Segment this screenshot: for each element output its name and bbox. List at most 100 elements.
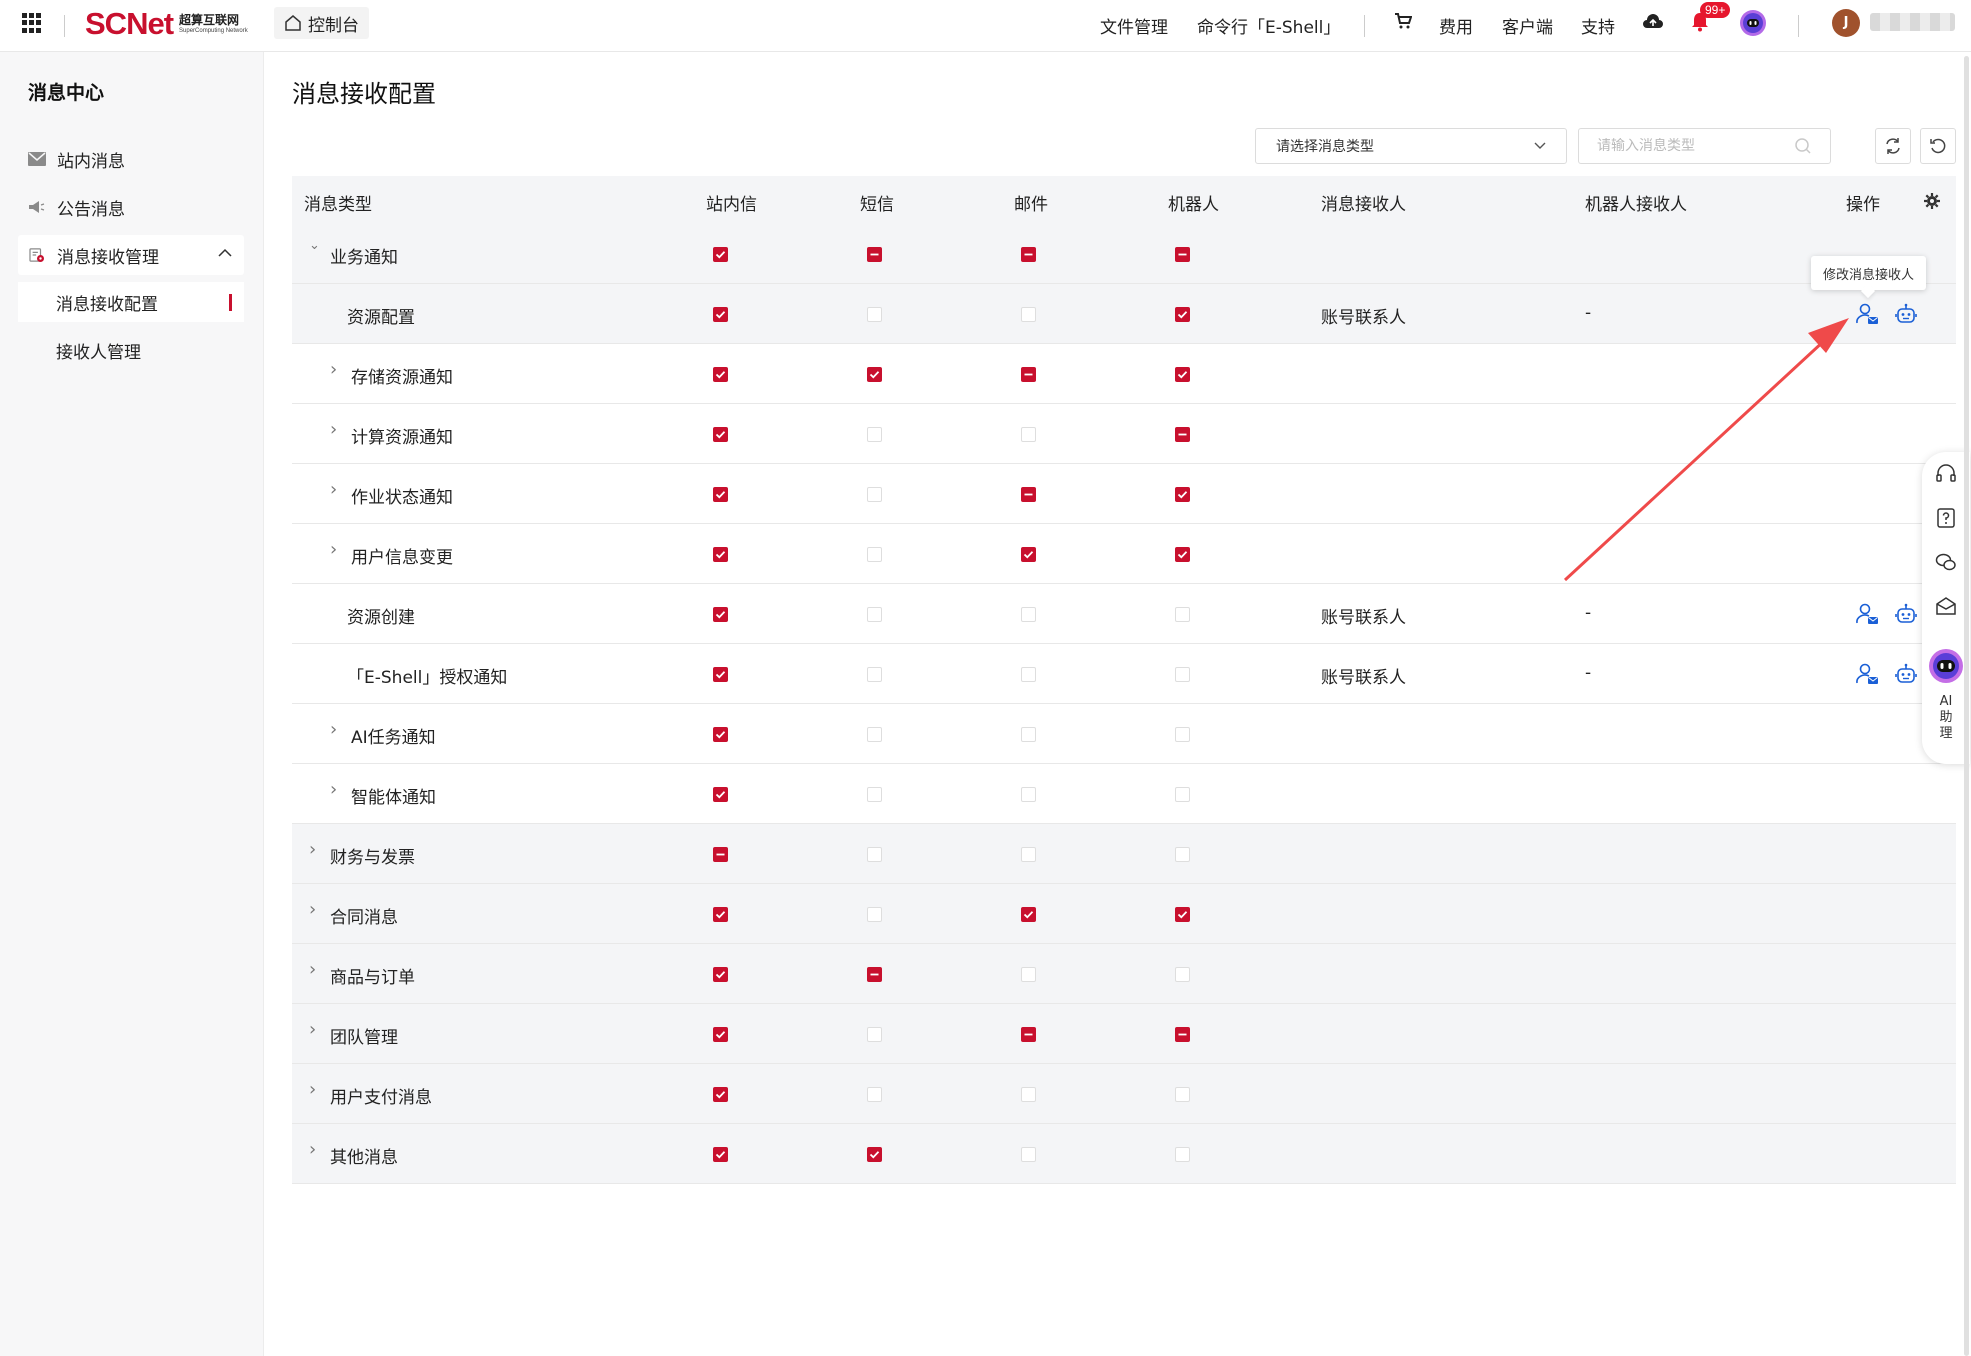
page-scrollbar[interactable] bbox=[1964, 56, 1969, 1356]
sidebar-item-inbox[interactable]: 站内消息 bbox=[18, 139, 244, 179]
robot-config-icon[interactable] bbox=[1894, 662, 1918, 686]
search-input[interactable] bbox=[1597, 138, 1777, 154]
robot-checkbox[interactable] bbox=[1175, 667, 1190, 682]
sms-checkbox[interactable] bbox=[867, 1147, 882, 1162]
email-checkbox[interactable] bbox=[1021, 907, 1036, 922]
robot-checkbox[interactable] bbox=[1175, 247, 1190, 262]
chevron-right-icon[interactable]: › bbox=[330, 719, 337, 740]
site-checkbox[interactable] bbox=[713, 1147, 728, 1162]
site-checkbox[interactable] bbox=[713, 427, 728, 442]
table-row[interactable]: › AI任务通知 bbox=[292, 704, 1956, 764]
robot-checkbox[interactable] bbox=[1175, 487, 1190, 502]
email-checkbox[interactable] bbox=[1021, 847, 1036, 862]
sidebar-subitem-receiver-manage[interactable]: 接收人管理 bbox=[18, 330, 244, 370]
sms-checkbox[interactable] bbox=[867, 607, 882, 622]
cart-icon[interactable] bbox=[1394, 13, 1412, 29]
ai-bot-icon[interactable] bbox=[1928, 648, 1964, 684]
search-icon[interactable] bbox=[1794, 137, 1812, 155]
chevron-right-icon[interactable]: › bbox=[330, 419, 337, 440]
table-row[interactable]: › 作业状态通知 bbox=[292, 464, 1956, 524]
site-checkbox[interactable] bbox=[713, 487, 728, 502]
table-row[interactable]: › 财务与发票 bbox=[292, 824, 1956, 884]
nav-client[interactable]: 客户端 bbox=[1502, 13, 1553, 38]
robot-checkbox[interactable] bbox=[1175, 307, 1190, 322]
robot-checkbox[interactable] bbox=[1175, 1147, 1190, 1162]
sms-checkbox[interactable] bbox=[867, 727, 882, 742]
robot-checkbox[interactable] bbox=[1175, 427, 1190, 442]
site-checkbox[interactable] bbox=[713, 367, 728, 382]
edit-receiver-icon[interactable] bbox=[1855, 302, 1879, 326]
chevron-down-icon[interactable]: ⌄ bbox=[309, 238, 320, 253]
chevron-right-icon[interactable]: › bbox=[309, 899, 316, 920]
sync-button[interactable] bbox=[1875, 128, 1911, 164]
robot-checkbox[interactable] bbox=[1175, 367, 1190, 382]
sms-checkbox[interactable] bbox=[867, 667, 882, 682]
ai-assistant-icon[interactable] bbox=[1739, 9, 1767, 37]
table-row[interactable]: 「E-Shell」授权通知 账号联系人 - bbox=[292, 644, 1956, 704]
sms-checkbox[interactable] bbox=[867, 547, 882, 562]
mail-open-icon[interactable] bbox=[1934, 594, 1958, 618]
email-checkbox[interactable] bbox=[1021, 1087, 1036, 1102]
robot-checkbox[interactable] bbox=[1175, 967, 1190, 982]
site-checkbox[interactable] bbox=[713, 907, 728, 922]
headset-icon[interactable] bbox=[1934, 462, 1958, 486]
sms-checkbox[interactable] bbox=[867, 1027, 882, 1042]
site-checkbox[interactable] bbox=[713, 247, 728, 262]
robot-checkbox[interactable] bbox=[1175, 847, 1190, 862]
email-checkbox[interactable] bbox=[1021, 1147, 1036, 1162]
chevron-right-icon[interactable]: › bbox=[330, 779, 337, 800]
email-checkbox[interactable] bbox=[1021, 727, 1036, 742]
nav-file-manage[interactable]: 文件管理 bbox=[1100, 13, 1168, 38]
site-checkbox[interactable] bbox=[713, 967, 728, 982]
chevron-right-icon[interactable]: › bbox=[330, 479, 337, 500]
robot-checkbox[interactable] bbox=[1175, 787, 1190, 802]
site-checkbox[interactable] bbox=[713, 847, 728, 862]
chevron-right-icon[interactable]: › bbox=[309, 959, 316, 980]
console-button[interactable]: 控制台 bbox=[274, 7, 369, 39]
table-row[interactable]: 资源配置 账号联系人 - bbox=[292, 284, 1956, 344]
sidebar-item-announcement[interactable]: 公告消息 bbox=[18, 187, 244, 227]
sms-checkbox[interactable] bbox=[867, 907, 882, 922]
chevron-right-icon[interactable]: › bbox=[309, 1019, 316, 1040]
table-row[interactable]: › 智能体通知 bbox=[292, 764, 1956, 824]
site-checkbox[interactable] bbox=[713, 667, 728, 682]
chevron-right-icon[interactable]: › bbox=[309, 839, 316, 860]
avatar[interactable]: J bbox=[1832, 9, 1860, 37]
edit-receiver-icon[interactable] bbox=[1855, 662, 1879, 686]
robot-checkbox[interactable] bbox=[1175, 1087, 1190, 1102]
sms-checkbox[interactable] bbox=[867, 307, 882, 322]
table-row[interactable]: › 团队管理 bbox=[292, 1004, 1956, 1064]
app-grid-icon[interactable] bbox=[22, 13, 42, 33]
site-checkbox[interactable] bbox=[713, 1087, 728, 1102]
search-box[interactable] bbox=[1578, 128, 1831, 164]
site-checkbox[interactable] bbox=[713, 727, 728, 742]
robot-checkbox[interactable] bbox=[1175, 907, 1190, 922]
cloud-upload-icon[interactable] bbox=[1642, 13, 1664, 31]
site-checkbox[interactable] bbox=[713, 1027, 728, 1042]
email-checkbox[interactable] bbox=[1021, 307, 1036, 322]
robot-checkbox[interactable] bbox=[1175, 727, 1190, 742]
sms-checkbox[interactable] bbox=[867, 787, 882, 802]
wechat-icon[interactable] bbox=[1934, 550, 1958, 574]
robot-checkbox[interactable] bbox=[1175, 547, 1190, 562]
column-settings-icon[interactable] bbox=[1924, 193, 1940, 209]
sidebar-subitem-receive-config[interactable]: 消息接收配置 bbox=[18, 282, 244, 322]
email-checkbox[interactable] bbox=[1021, 487, 1036, 502]
site-checkbox[interactable] bbox=[713, 307, 728, 322]
sms-checkbox[interactable] bbox=[867, 487, 882, 502]
chevron-right-icon[interactable]: › bbox=[330, 539, 337, 560]
user-name-redacted[interactable] bbox=[1870, 13, 1955, 31]
nav-support[interactable]: 支持 bbox=[1581, 13, 1615, 38]
logo[interactable]: SCNet 超算互联网 SuperComputing Network bbox=[85, 6, 248, 42]
sms-checkbox[interactable] bbox=[867, 847, 882, 862]
reset-button[interactable] bbox=[1920, 128, 1956, 164]
nav-fee[interactable]: 费用 bbox=[1439, 13, 1473, 38]
chevron-right-icon[interactable]: › bbox=[330, 359, 337, 380]
email-checkbox[interactable] bbox=[1021, 547, 1036, 562]
robot-checkbox[interactable] bbox=[1175, 1027, 1190, 1042]
email-checkbox[interactable] bbox=[1021, 607, 1036, 622]
email-checkbox[interactable] bbox=[1021, 427, 1036, 442]
email-checkbox[interactable] bbox=[1021, 367, 1036, 382]
message-type-select[interactable]: 请选择消息类型 bbox=[1255, 128, 1567, 164]
table-row[interactable]: › 用户支付消息 bbox=[292, 1064, 1956, 1124]
